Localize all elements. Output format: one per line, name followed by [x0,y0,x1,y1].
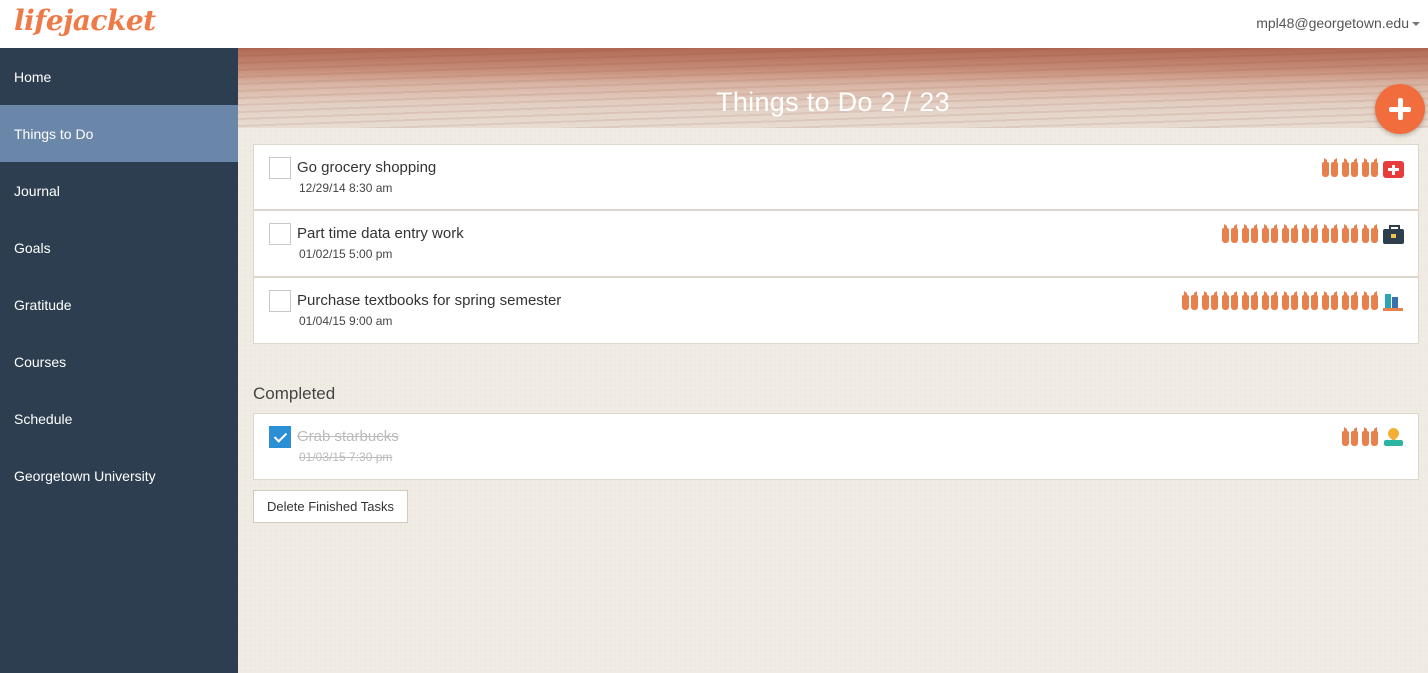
sidebar-item-courses[interactable]: Courses [0,333,238,390]
task-card: Purchase textbooks for spring semester 0… [253,277,1419,344]
briefcase-icon [1383,225,1404,244]
lifejacket-icon [1181,291,1200,310]
delete-finished-tasks-button[interactable]: Delete Finished Tasks [253,490,408,523]
task-date: 12/29/14 8:30 am [299,181,393,195]
books-icon [1383,291,1404,311]
lifejacket-icon [1341,224,1360,243]
lifejacket-icon [1361,427,1380,446]
sidebar-item-schedule[interactable]: Schedule [0,390,238,447]
lifejacket-icon [1341,158,1360,177]
page-title: Things to Do 2 / 23 [716,87,950,117]
lifejacket-icon [1321,291,1340,310]
lifejacket-icon [1361,291,1380,310]
sidebar: Home Things to Do Journal Goals Gratitud… [0,48,238,673]
task-date: 01/04/15 9:00 am [299,314,393,328]
medical-kit-icon [1383,161,1404,178]
sidebar-item-things-to-do[interactable]: Things to Do [0,105,238,162]
sidebar-item-gratitude[interactable]: Gratitude [0,276,238,333]
top-bar: lifejacket mpl48@georgetown.edu [0,0,1428,48]
task-date: 01/02/15 5:00 pm [299,247,393,261]
task-card: Go grocery shopping 12/29/14 8:30 am [253,144,1419,210]
sidebar-item-home[interactable]: Home [0,48,238,105]
sidebar-item-georgetown-university[interactable]: Georgetown University [0,447,238,504]
priority-jackets [1181,291,1404,311]
lifejacket-icon [1361,158,1380,177]
lifejacket-icon [1361,224,1380,243]
user-email: mpl48@georgetown.edu [1256,15,1409,31]
sidebar-item-journal[interactable]: Journal [0,162,238,219]
lifejacket-icon [1241,291,1260,310]
task-checkbox[interactable] [269,223,291,245]
priority-jackets [1221,224,1404,244]
lifejacket-icon [1261,291,1280,310]
lifejacket-icon [1341,291,1360,310]
sidebar-item-goals[interactable]: Goals [0,219,238,276]
lifejacket-icon [1201,291,1220,310]
task-checkbox[interactable] [269,157,291,179]
priority-jackets [1341,427,1404,446]
page-banner: Things to Do 2 / 23 [238,48,1428,128]
task-checkbox[interactable] [269,290,291,312]
completed-task-card: Grab starbucks 01/03/15 7:30 pm [253,413,1419,480]
main-content: Things to Do 2 / 23 Go grocery shopping … [238,48,1428,673]
lifejacket-icon [1321,224,1340,243]
lifejacket-icon [1321,158,1340,177]
app-logo[interactable]: lifejacket [14,4,156,37]
add-task-button[interactable] [1375,84,1425,134]
task-card: Part time data entry work 01/02/15 5:00 … [253,210,1419,277]
caret-down-icon [1412,22,1420,26]
lifejacket-icon [1281,291,1300,310]
lifejacket-icon [1301,224,1320,243]
lifejacket-icon [1241,224,1260,243]
lifejacket-icon [1341,427,1360,446]
lifejacket-icon [1221,291,1240,310]
task-date: 01/03/15 7:30 pm [299,450,393,464]
priority-jackets [1321,158,1404,178]
user-menu[interactable]: mpl48@georgetown.edu [1256,15,1420,31]
lifejacket-icon [1261,224,1280,243]
task-title: Purchase textbooks for spring semester [297,292,562,309]
task-checkbox-checked[interactable] [269,426,291,448]
location-pin-icon [1383,427,1404,446]
lifejacket-icon [1221,224,1240,243]
task-title: Grab starbucks [297,428,399,445]
lifejacket-icon [1281,224,1300,243]
task-title: Part time data entry work [297,225,464,242]
task-title: Go grocery shopping [297,159,437,176]
completed-heading: Completed [253,384,336,403]
lifejacket-icon [1301,291,1320,310]
